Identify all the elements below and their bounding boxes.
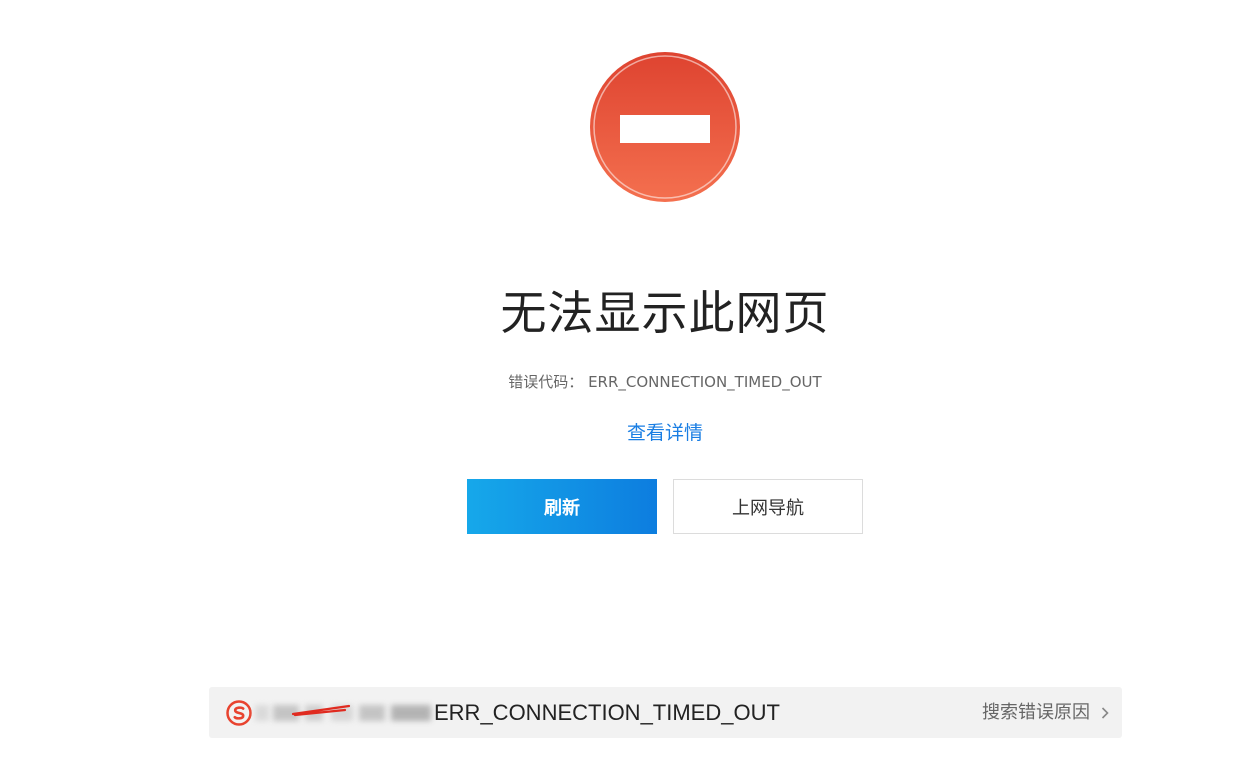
search-error-reason-label: 搜索错误原因 (982, 702, 1090, 723)
search-query-text: ERR_CONNECTION_TIMED_OUT (434, 700, 780, 725)
red-scribble-mark (291, 704, 351, 717)
chevron-right-icon (1101, 706, 1109, 719)
error-page: 无法显示此网页 错误代码： ERR_CONNECTION_TIMED_OUT 查… (0, 0, 1236, 776)
view-details-link[interactable]: 查看详情 (0, 420, 1236, 446)
blurred-url-text (255, 701, 433, 725)
stop-sign-icon (590, 52, 740, 202)
sogou-logo-icon (226, 700, 252, 726)
refresh-button[interactable]: 刷新 (467, 479, 657, 534)
search-suggestion-bar[interactable]: ERR_CONNECTION_TIMED_OUT 搜索错误原因 (209, 687, 1122, 738)
page-title: 无法显示此网页 (500, 286, 830, 340)
refresh-button-label: 刷新 (544, 497, 580, 519)
search-error-reason-link[interactable]: 搜索错误原因 (982, 699, 1110, 726)
web-navigation-button[interactable]: 上网导航 (673, 479, 863, 534)
error-code-text: 错误代码： ERR_CONNECTION_TIMED_OUT (508, 373, 822, 391)
web-navigation-button-label: 上网导航 (732, 497, 804, 519)
